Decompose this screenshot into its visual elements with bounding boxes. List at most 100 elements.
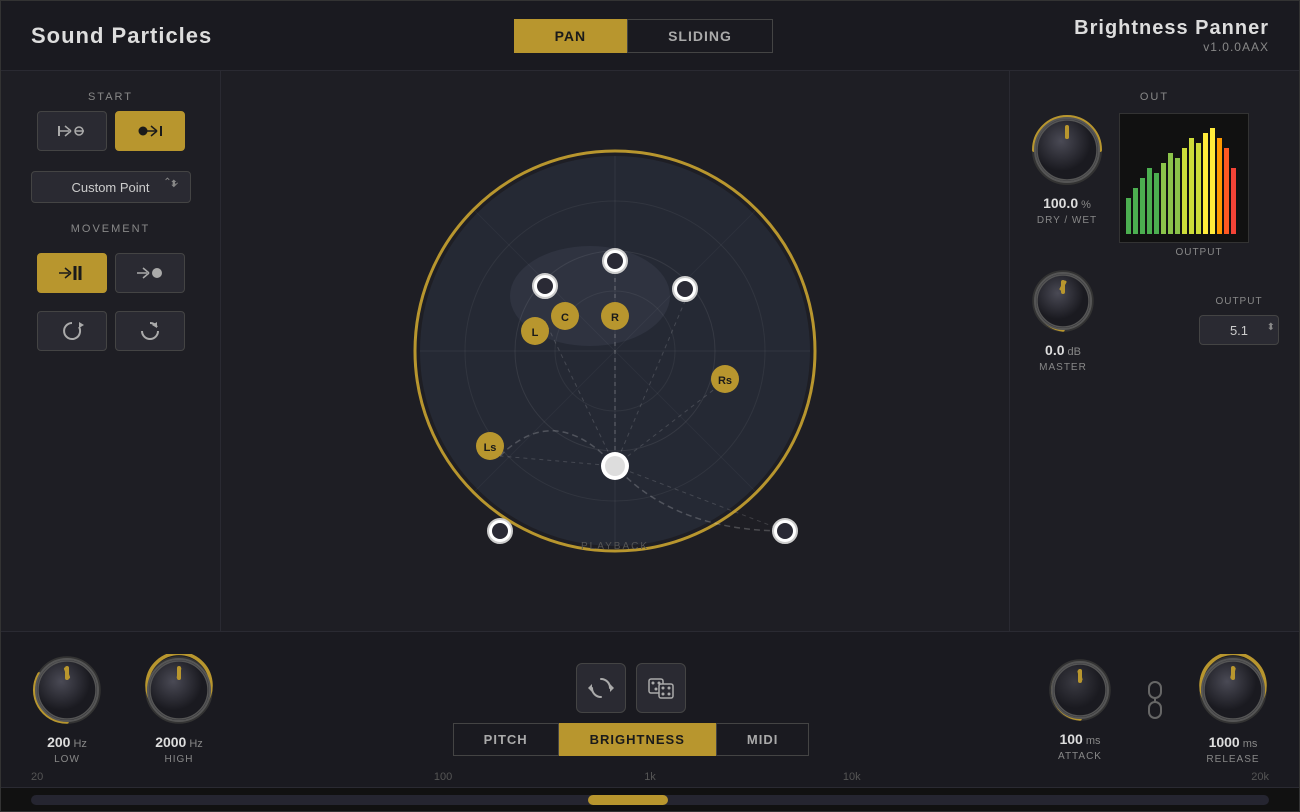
cycle-icon — [587, 674, 615, 702]
low-label: LOW — [54, 754, 80, 765]
svg-text:Ls: Ls — [484, 442, 497, 454]
master-knob[interactable] — [1034, 272, 1092, 330]
output-label: OUTPUT — [1119, 247, 1279, 258]
reset-left-button[interactable] — [37, 311, 107, 351]
high-unit: Hz — [189, 738, 202, 750]
movement-section: MOVEMENT — [21, 223, 200, 351]
master-unit: dB — [1068, 346, 1081, 358]
plugin-version: v1.0.0AAX — [1074, 40, 1269, 54]
movement-label: MOVEMENT — [71, 223, 151, 235]
start-label: START — [21, 91, 200, 103]
sphere-svg: C L R Ls Rs PLAYBACK — [405, 141, 825, 561]
high-knob-group: 2000 Hz HIGH — [143, 654, 215, 765]
brand-name: Sound Particles — [31, 23, 212, 49]
dry-wet-value: 100.0 — [1043, 195, 1078, 211]
bottom-right-controls: 100 ms ATTACK — [1047, 654, 1269, 765]
sphere-container[interactable]: C L R Ls Rs PLAYBACK — [405, 141, 825, 561]
master-row: 0.0 dB MASTER OUTPUT 5.1 Stereo 7.1 Atmo… — [1030, 268, 1279, 373]
freq-label-100: 100 — [434, 771, 452, 783]
start-left-button[interactable] — [37, 111, 107, 151]
movement-loop-button[interactable] — [37, 253, 107, 293]
svg-text:L: L — [532, 327, 539, 339]
vu-meter-svg — [1124, 118, 1244, 238]
frequency-track[interactable] — [31, 795, 1269, 805]
chain-icon-wrapper — [1143, 680, 1167, 720]
attack-unit: ms — [1086, 735, 1101, 747]
master-section: 0.0 dB MASTER — [1030, 268, 1096, 373]
low-knob[interactable] — [35, 658, 99, 722]
master-label: MASTER — [1039, 362, 1087, 373]
content-area: START — [1, 71, 1299, 631]
header-tabs: PAN SLIDING — [514, 19, 773, 53]
custom-point-dropdown-wrapper[interactable]: Custom Point Center Left Right ⬍ — [21, 171, 200, 203]
freq-label-10k: 10k — [843, 771, 861, 783]
bottom-section: 200 Hz LOW — [1, 631, 1299, 811]
right-panel: OUT — [1009, 71, 1299, 631]
svg-text:Rs: Rs — [718, 375, 732, 387]
chain-icon — [1143, 680, 1167, 720]
attack-value: 100 — [1059, 731, 1082, 747]
bottom-controls: 200 Hz LOW — [1, 632, 1299, 787]
tab-pan[interactable]: PAN — [514, 19, 628, 53]
start-buttons — [21, 111, 200, 151]
right-controls-row: 100.0 % DRY / WET — [1030, 113, 1279, 258]
svg-text:PLAYBACK: PLAYBACK — [581, 541, 649, 552]
attack-label: ATTACK — [1058, 751, 1102, 762]
vu-meter-container: OUTPUT — [1119, 113, 1279, 258]
release-label: RELEASE — [1206, 754, 1259, 765]
output-select-section: OUTPUT 5.1 Stereo 7.1 Atmos ⬍ — [1199, 296, 1279, 345]
cycle-icon-button[interactable] — [576, 663, 626, 713]
tab-pitch[interactable]: PITCH — [453, 723, 559, 756]
freq-label-20: 20 — [31, 771, 43, 783]
high-knob-wrapper[interactable] — [143, 654, 215, 726]
dice-icon-button[interactable] — [636, 663, 686, 713]
bottom-center: PITCH BRIGHTNESS MIDI — [255, 663, 1007, 756]
reset-buttons — [37, 311, 185, 351]
center-icon-row — [576, 663, 686, 713]
custom-point-select[interactable]: Custom Point Center Left Right — [31, 171, 191, 203]
dry-wet-label: DRY / WET — [1037, 215, 1097, 226]
release-knob-wrapper[interactable] — [1197, 654, 1269, 726]
dice-icon — [647, 674, 675, 702]
header: Sound Particles PAN SLIDING Brightness P… — [1, 1, 1299, 71]
low-knob-wrapper[interactable] — [31, 654, 103, 726]
low-value: 200 — [47, 734, 70, 750]
tab-sliding[interactable]: SLIDING — [627, 19, 773, 53]
release-unit: ms — [1243, 738, 1258, 750]
frequency-bar: 20 100 1k 10k 20k — [1, 787, 1299, 811]
low-unit: Hz — [73, 738, 86, 750]
start-right-button[interactable] — [115, 111, 185, 151]
release-knob[interactable] — [1201, 658, 1265, 722]
high-label: HIGH — [165, 754, 194, 765]
left-panel: START — [1, 71, 221, 631]
freq-label-1k: 1k — [644, 771, 656, 783]
master-knob-wrapper[interactable] — [1030, 268, 1096, 334]
center-panel: C L R Ls Rs PLAYBACK — [221, 71, 1009, 631]
frequency-handle[interactable] — [588, 795, 668, 805]
dry-wet-knob-wrapper[interactable] — [1030, 113, 1104, 187]
dry-wet-unit: % — [1081, 199, 1091, 211]
low-knob-group: 200 Hz LOW — [31, 654, 103, 765]
dry-wet-knob[interactable] — [1034, 117, 1100, 183]
out-label: OUT — [1030, 91, 1279, 103]
output-dropdown-wrapper[interactable]: 5.1 Stereo 7.1 Atmos ⬍ — [1199, 315, 1279, 345]
tab-midi[interactable]: MIDI — [716, 723, 809, 756]
dry-wet-section: 100.0 % DRY / WET — [1030, 113, 1104, 226]
output-section-label: OUTPUT — [1215, 296, 1262, 307]
reset-right-button[interactable] — [115, 311, 185, 351]
attack-knob[interactable] — [1051, 661, 1109, 719]
app-container: Sound Particles PAN SLIDING Brightness P… — [0, 0, 1300, 812]
attack-knob-wrapper[interactable] — [1047, 657, 1113, 723]
release-knob-group: 1000 ms RELEASE — [1197, 654, 1269, 765]
master-value: 0.0 — [1045, 342, 1064, 358]
bottom-tabs: PITCH BRIGHTNESS MIDI — [453, 723, 810, 756]
attack-knob-group: 100 ms ATTACK — [1047, 657, 1113, 762]
high-knob[interactable] — [147, 658, 211, 722]
release-value: 1000 — [1209, 734, 1240, 750]
vu-meter — [1119, 113, 1249, 243]
svg-text:C: C — [561, 312, 569, 324]
plugin-name: Brightness Panner — [1074, 17, 1269, 40]
movement-once-button[interactable] — [115, 253, 185, 293]
output-select[interactable]: 5.1 Stereo 7.1 Atmos — [1199, 315, 1279, 345]
tab-brightness[interactable]: BRIGHTNESS — [559, 723, 716, 756]
